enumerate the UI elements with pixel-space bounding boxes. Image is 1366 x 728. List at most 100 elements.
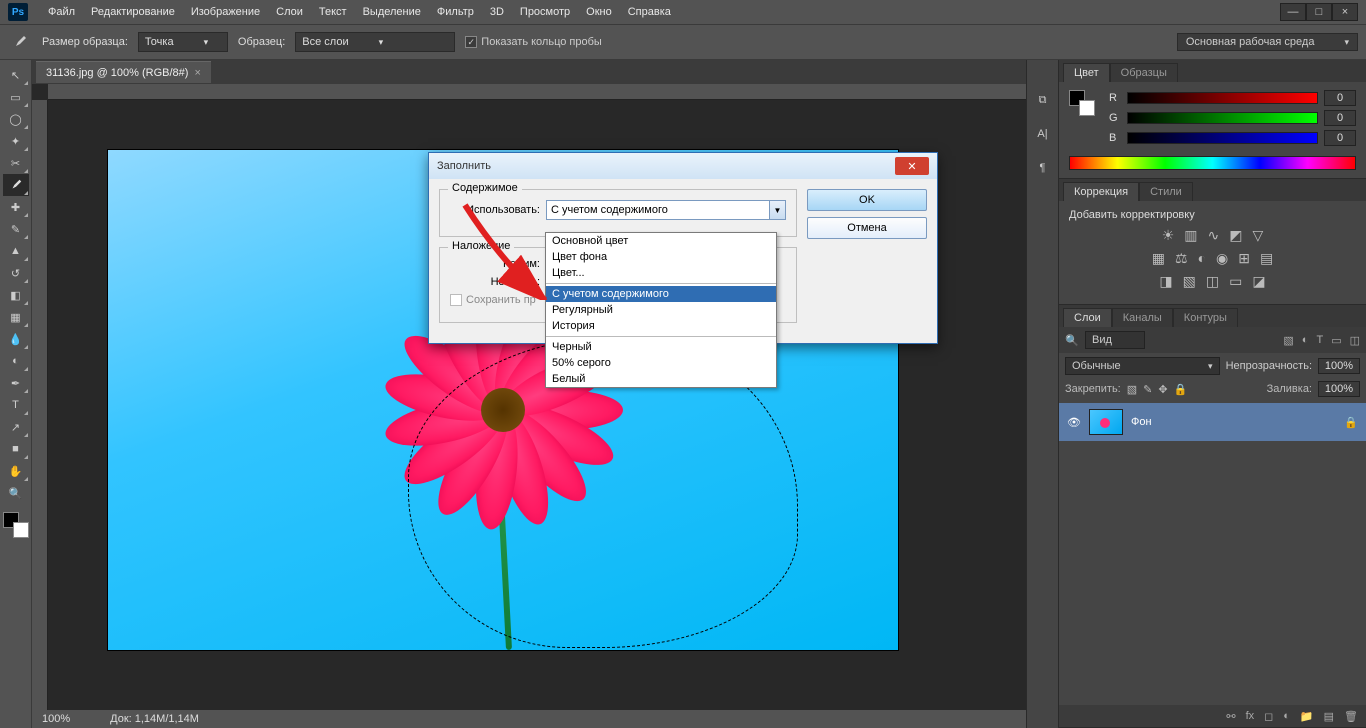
zoom-tool[interactable]: 🔍 [3, 482, 29, 504]
r-slider[interactable] [1127, 92, 1318, 104]
dialog-close-button[interactable]: ✕ [895, 157, 929, 175]
dd-background[interactable]: Цвет фона [546, 249, 776, 265]
tab-adjustments[interactable]: Коррекция [1063, 182, 1139, 201]
balance-icon[interactable]: ⚖ [1175, 250, 1188, 267]
move-tool[interactable]: ↖ [3, 64, 29, 86]
filter-pixel-icon[interactable]: ▧ [1283, 334, 1293, 347]
exposure-icon[interactable]: ◩ [1229, 227, 1242, 244]
mixer-icon[interactable]: ⊞ [1238, 250, 1250, 267]
new-layer-icon[interactable]: ▤ [1324, 710, 1334, 723]
fill-value[interactable]: 100% [1318, 381, 1360, 397]
mask-icon[interactable]: ◻ [1264, 710, 1273, 723]
wand-tool[interactable]: ✦ [3, 130, 29, 152]
use-dropdown-list[interactable]: Основной цвет Цвет фона Цвет... С учетом… [545, 232, 777, 388]
dd-white[interactable]: Белый [546, 371, 776, 387]
vibrance-icon[interactable]: ▽ [1252, 227, 1263, 244]
healing-tool[interactable]: ✚ [3, 196, 29, 218]
use-combobox[interactable]: С учетом содержимого▼ [546, 200, 786, 220]
color-swatches[interactable] [3, 512, 29, 538]
lock-all-icon[interactable]: 🔒 [1174, 383, 1188, 396]
tab-styles[interactable]: Стили [1139, 182, 1193, 201]
visibility-icon[interactable]: 👁 [1067, 416, 1081, 429]
layer-item-background[interactable]: 👁 Фон 🔒 [1059, 403, 1366, 441]
threshold-icon[interactable]: ◫ [1206, 273, 1219, 290]
adjustment-layer-icon[interactable]: ◐ [1283, 710, 1290, 722]
fx-icon[interactable]: fx [1246, 710, 1255, 722]
photo-filter-icon[interactable]: ◉ [1216, 250, 1228, 267]
link-icon[interactable]: ⚯ [1226, 710, 1235, 723]
history-brush-tool[interactable]: ↺ [3, 262, 29, 284]
menu-image[interactable]: Изображение [183, 6, 268, 18]
opacity-value[interactable]: 100% [1318, 358, 1360, 374]
lock-position-icon[interactable]: ✥ [1158, 383, 1167, 396]
pen-tool[interactable]: ✒ [3, 372, 29, 394]
tab-color[interactable]: Цвет [1063, 63, 1110, 82]
eraser-tool[interactable]: ◧ [3, 284, 29, 306]
close-button[interactable]: × [1332, 3, 1358, 21]
dd-content-aware[interactable]: С учетом содержимого [546, 286, 776, 302]
blur-tool[interactable]: 💧 [3, 328, 29, 350]
menu-view[interactable]: Просмотр [512, 6, 578, 18]
dd-history[interactable]: История [546, 318, 776, 334]
g-slider[interactable] [1127, 112, 1318, 124]
close-tab-icon[interactable]: × [194, 67, 200, 79]
menu-select[interactable]: Выделение [355, 6, 429, 18]
tab-swatches[interactable]: Образцы [1110, 63, 1178, 82]
sample-size-select[interactable]: Точка [138, 32, 228, 52]
paragraph-icon[interactable]: ¶ [1032, 158, 1054, 178]
menu-window[interactable]: Окно [578, 6, 620, 18]
dd-gray[interactable]: 50% серого [546, 355, 776, 371]
layer-name[interactable]: Фон [1131, 416, 1152, 428]
workspace-switcher[interactable]: Основная рабочая среда [1177, 33, 1358, 51]
combo-arrow-icon[interactable]: ▼ [769, 201, 785, 219]
crop-tool[interactable]: ✂ [3, 152, 29, 174]
tab-channels[interactable]: Каналы [1112, 308, 1173, 327]
selective-icon[interactable]: ◪ [1252, 273, 1265, 290]
menu-text[interactable]: Текст [311, 6, 355, 18]
zoom-level[interactable]: 100% [42, 713, 70, 725]
dd-color[interactable]: Цвет... [546, 265, 776, 281]
filter-adjust-icon[interactable]: ◐ [1302, 334, 1309, 347]
gradient-tool[interactable]: ▦ [3, 306, 29, 328]
menu-layers[interactable]: Слои [268, 6, 311, 18]
menu-filter[interactable]: Фильтр [429, 6, 482, 18]
preserve-checkbox[interactable]: Сохранить пр [450, 294, 536, 306]
hand-tool[interactable]: ✋ [3, 460, 29, 482]
marquee-tool[interactable]: ▭ [3, 86, 29, 108]
eyedropper-tool[interactable] [3, 174, 29, 196]
path-tool[interactable]: ↗ [3, 416, 29, 438]
ok-button[interactable]: OK [807, 189, 927, 211]
menu-file[interactable]: Файл [40, 6, 83, 18]
maximize-button[interactable]: □ [1306, 3, 1332, 21]
document-tab[interactable]: 31136.jpg @ 100% (RGB/8#)× [36, 61, 211, 83]
invert-icon[interactable]: ◨ [1159, 273, 1172, 290]
hue-icon[interactable]: ▦ [1152, 250, 1165, 267]
show-ring-checkbox[interactable]: ✓Показать кольцо пробы [465, 36, 602, 48]
tab-layers[interactable]: Слои [1063, 308, 1112, 327]
foreground-background-swatch[interactable] [1069, 90, 1095, 116]
curves-icon[interactable]: ∿ [1208, 227, 1220, 244]
minimize-button[interactable]: — [1280, 3, 1306, 21]
filter-type-icon[interactable]: T [1316, 334, 1323, 347]
sample-select[interactable]: Все слои [295, 32, 455, 52]
stamp-tool[interactable]: ▲ [3, 240, 29, 262]
g-value[interactable]: 0 [1324, 110, 1356, 126]
spectrum-bar[interactable] [1069, 156, 1356, 170]
blend-mode-select[interactable]: Обычные [1065, 357, 1220, 375]
lock-image-icon[interactable]: ✎ [1143, 383, 1152, 396]
cancel-button[interactable]: Отмена [807, 217, 927, 239]
lock-transparency-icon[interactable]: ▧ [1127, 383, 1137, 396]
lasso-tool[interactable]: ◯ [3, 108, 29, 130]
type-tool[interactable]: T [3, 394, 29, 416]
r-value[interactable]: 0 [1324, 90, 1356, 106]
shape-tool[interactable]: ■ [3, 438, 29, 460]
layer-filter-select[interactable]: Вид [1085, 331, 1145, 349]
bw-icon[interactable]: ◐ [1198, 250, 1206, 267]
menu-3d[interactable]: 3D [482, 6, 512, 18]
dd-pattern[interactable]: Регулярный [546, 302, 776, 318]
history-icon[interactable]: ⧉ [1032, 90, 1054, 110]
dd-foreground[interactable]: Основной цвет [546, 233, 776, 249]
levels-icon[interactable]: ▥ [1184, 227, 1197, 244]
layer-thumbnail[interactable] [1089, 409, 1123, 435]
search-icon[interactable]: 🔍 [1065, 334, 1079, 347]
